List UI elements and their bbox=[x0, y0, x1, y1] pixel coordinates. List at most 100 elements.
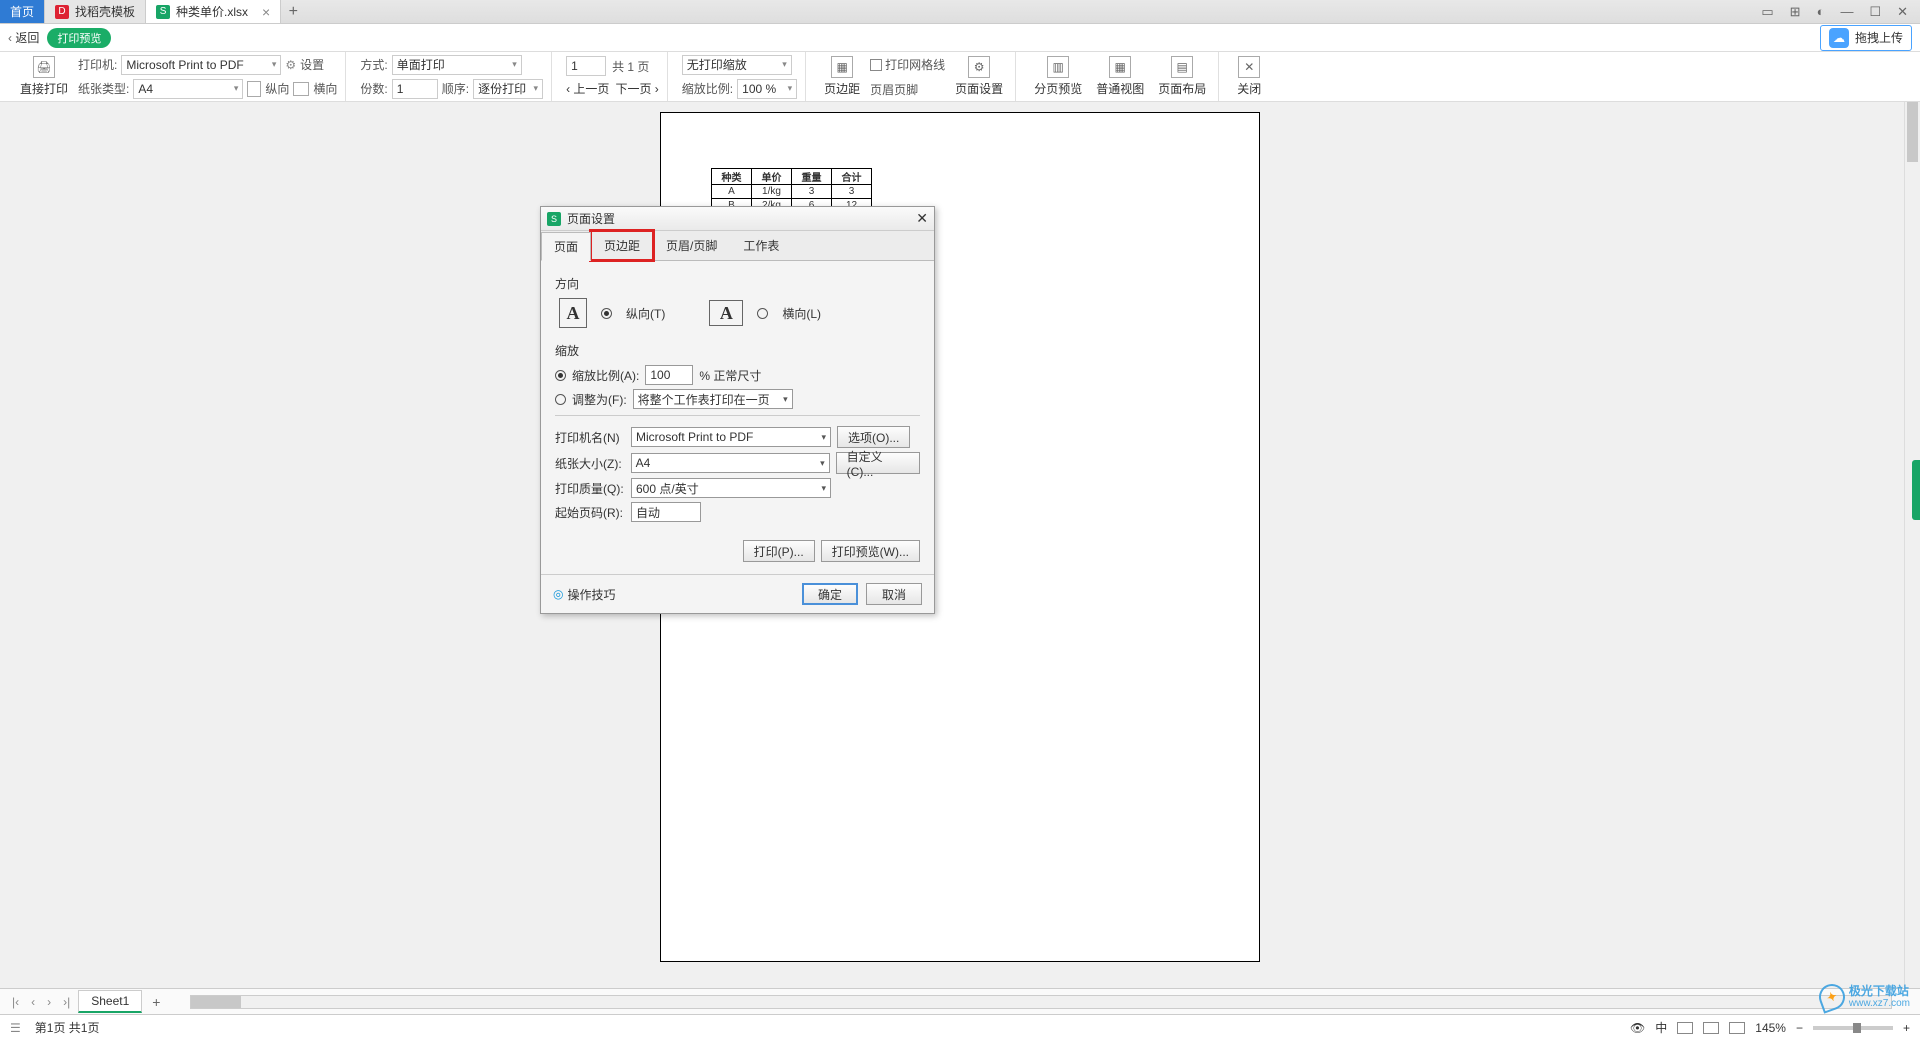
fit-to-label: 调整为(F): bbox=[572, 391, 627, 408]
view-layout-icon[interactable] bbox=[1729, 1022, 1745, 1034]
tab-worksheet[interactable]: 工作表 bbox=[730, 231, 792, 260]
paginate-button[interactable]: ▥分页预览 bbox=[1030, 56, 1086, 97]
new-tab-button[interactable]: + bbox=[281, 0, 305, 23]
tab-page[interactable]: 页面 bbox=[541, 232, 591, 261]
landscape-icon[interactable] bbox=[293, 82, 309, 96]
scale-ratio-radio[interactable] bbox=[555, 370, 566, 381]
normal-view-button[interactable]: ▦普通视图 bbox=[1092, 56, 1148, 97]
print-button[interactable]: 打印(P)... bbox=[743, 540, 815, 562]
tab-template[interactable]: D 找稻壳模板 bbox=[45, 0, 146, 23]
portrait-preview-icon: A bbox=[559, 298, 587, 328]
vertical-scrollbar[interactable] bbox=[1904, 102, 1920, 988]
fit-to-radio[interactable] bbox=[555, 394, 566, 405]
settings-icon[interactable]: ⚙ bbox=[285, 58, 296, 72]
horizontal-scrollbar[interactable] bbox=[190, 995, 1892, 1009]
print-quality-select[interactable]: 600 点/英寸 bbox=[631, 478, 831, 498]
landscape-label[interactable]: 横向 bbox=[313, 80, 337, 97]
cancel-button[interactable]: 取消 bbox=[866, 583, 922, 605]
tips-label: 操作技巧 bbox=[567, 586, 615, 603]
layout-button[interactable]: ▤页面布局 bbox=[1154, 56, 1210, 97]
method-select[interactable]: 单面打印 bbox=[392, 55, 522, 75]
print-preview-button[interactable]: 打印预览(W)... bbox=[821, 540, 920, 562]
landscape-radio[interactable] bbox=[757, 308, 768, 319]
th-1: 单价 bbox=[752, 169, 792, 185]
method-label: 方式: bbox=[360, 56, 387, 73]
headerfooter-label[interactable]: 页眉页脚 bbox=[870, 81, 945, 98]
sheet-nav-first[interactable]: |‹ bbox=[8, 995, 23, 1009]
upload-button[interactable]: ☁ 拖拽上传 bbox=[1820, 25, 1912, 51]
next-page-button[interactable]: 下一页 › bbox=[615, 80, 658, 97]
paper-type-select[interactable]: A4 bbox=[133, 79, 243, 99]
scale-suffix: % 正常尺寸 bbox=[699, 367, 761, 384]
zoom-slider[interactable] bbox=[1813, 1026, 1893, 1030]
ok-label: 确定 bbox=[818, 586, 842, 603]
scrollbar-thumb[interactable] bbox=[1907, 102, 1918, 162]
lang-indicator[interactable]: 中 bbox=[1655, 1019, 1667, 1036]
order-select[interactable]: 逐份打印 bbox=[473, 79, 543, 99]
portrait-icon[interactable] bbox=[247, 81, 261, 97]
ok-button[interactable]: 确定 bbox=[802, 583, 858, 605]
close-tab-icon[interactable]: × bbox=[262, 4, 270, 20]
zoom-in-button[interactable]: + bbox=[1903, 1021, 1910, 1035]
view-page-icon[interactable] bbox=[1703, 1022, 1719, 1034]
scale-mode-select[interactable]: 无打印缩放 bbox=[682, 55, 792, 75]
layout-icon[interactable]: ▭ bbox=[1757, 2, 1777, 22]
tab-file-label: 种类单价.xlsx bbox=[176, 3, 248, 20]
view-normal-icon[interactable] bbox=[1677, 1022, 1693, 1034]
paper-size-select[interactable]: A4 bbox=[631, 453, 830, 473]
tab-home[interactable]: 首页 bbox=[0, 0, 45, 23]
grid-icon[interactable]: ⊞ bbox=[1786, 2, 1805, 22]
tab-margins[interactable]: 页边距 bbox=[591, 231, 653, 260]
template-icon: D bbox=[55, 5, 69, 19]
hscroll-thumb[interactable] bbox=[191, 996, 241, 1008]
printer-name-value: Microsoft Print to PDF bbox=[636, 430, 753, 444]
custom-button[interactable]: 自定义(C)... bbox=[836, 452, 920, 474]
paginate-label: 分页预览 bbox=[1034, 80, 1082, 97]
portrait-radio[interactable] bbox=[601, 308, 612, 319]
sheet-nav-last[interactable]: ›| bbox=[59, 995, 74, 1009]
sheet-tab-1[interactable]: Sheet1 bbox=[78, 990, 142, 1013]
scale-ratio-select[interactable]: 100 % bbox=[737, 79, 797, 99]
settings-label[interactable]: 设置 bbox=[300, 56, 324, 73]
scale-ratio-input[interactable] bbox=[645, 365, 693, 385]
copies-label: 份数: bbox=[360, 80, 387, 97]
tab-file[interactable]: S 种类单价.xlsx × bbox=[146, 0, 281, 23]
side-handle[interactable] bbox=[1912, 460, 1920, 520]
dialog-titlebar[interactable]: S 页面设置 ✕ bbox=[541, 207, 934, 231]
sheet-nav-prev[interactable]: ‹ bbox=[27, 995, 39, 1009]
prev-page-button[interactable]: ‹ 上一页 bbox=[566, 80, 609, 97]
layout-icon: ▤ bbox=[1171, 56, 1193, 78]
close-window-icon[interactable]: ✕ bbox=[1893, 2, 1912, 22]
maximize-icon[interactable]: ☐ bbox=[1865, 2, 1885, 22]
page-setup-button[interactable]: ⚙页面设置 bbox=[951, 56, 1007, 97]
close-preview-button[interactable]: ✕关闭 bbox=[1233, 56, 1265, 97]
printer-name-select[interactable]: Microsoft Print to PDF bbox=[631, 427, 831, 447]
portrait-label[interactable]: 纵向 bbox=[265, 80, 289, 97]
custom-label: 自定义(C)... bbox=[847, 448, 909, 479]
landscape-radio-label: 横向(L) bbox=[782, 305, 821, 322]
sheet-nav-next[interactable]: › bbox=[43, 995, 55, 1009]
status-menu-icon[interactable]: ☰ bbox=[10, 1021, 21, 1035]
start-page-input[interactable] bbox=[631, 502, 701, 522]
cloud-icon: ☁ bbox=[1829, 28, 1849, 48]
tips-link[interactable]: ◎ 操作技巧 bbox=[553, 586, 616, 603]
copies-input[interactable]: 1 bbox=[392, 79, 438, 99]
user-icon[interactable]: ◐ bbox=[1813, 2, 1829, 21]
printer-select[interactable]: Microsoft Print to PDF bbox=[121, 55, 281, 75]
dialog-close-button[interactable]: ✕ bbox=[916, 210, 928, 227]
page-input[interactable]: 1 bbox=[566, 56, 606, 76]
close-icon: ✕ bbox=[1238, 56, 1260, 78]
fit-to-select[interactable]: 将整个工作表打印在一页 bbox=[633, 389, 793, 409]
direct-print-button[interactable]: 🖨 直接打印 bbox=[16, 56, 72, 97]
gridlines-checkbox[interactable] bbox=[870, 59, 882, 71]
minimize-icon[interactable]: — bbox=[1836, 2, 1857, 21]
zoom-out-button[interactable]: − bbox=[1796, 1021, 1803, 1035]
eye-icon[interactable]: 👁 bbox=[1630, 1021, 1645, 1035]
back-button[interactable]: ‹ 返回 bbox=[8, 29, 39, 46]
options-button[interactable]: 选项(O)... bbox=[837, 426, 910, 448]
tab-headerfooter[interactable]: 页眉/页脚 bbox=[653, 231, 730, 260]
scale-section-label: 缩放 bbox=[555, 342, 920, 359]
toolbar: 🖨 直接打印 打印机: Microsoft Print to PDF ⚙ 设置 … bbox=[0, 52, 1920, 102]
add-sheet-button[interactable]: + bbox=[146, 994, 166, 1010]
margins-button[interactable]: ▦页边距 bbox=[820, 56, 864, 97]
